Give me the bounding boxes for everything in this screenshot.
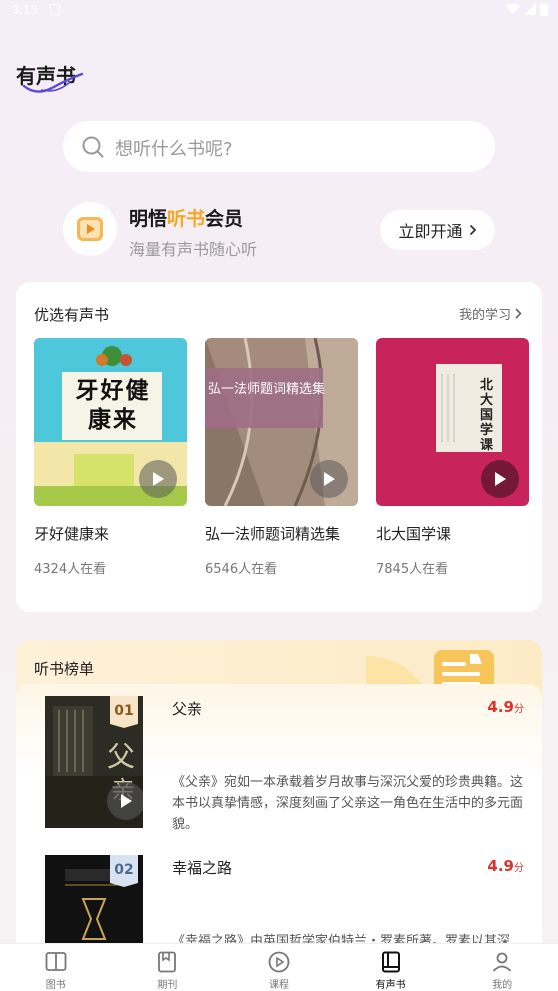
ranking-score: 4.9分 <box>487 857 524 875</box>
open-vip-label: 立即开通 <box>398 222 463 241</box>
book-listeners: 6546人在看 <box>205 562 278 577</box>
tab-journals[interactable]: 期刊 <box>112 944 224 991</box>
wifi-icon <box>506 3 520 14</box>
bottom-tab-bar: 图书 期刊 课程 有声书 我的 <box>0 943 558 991</box>
svg-text:父: 父 <box>107 740 135 773</box>
user-icon <box>493 952 512 972</box>
book-open-icon <box>45 952 67 971</box>
ranking-header: 听书榜单 <box>34 660 95 678</box>
tab-books-label: 图书 <box>45 980 66 991</box>
book-cover[interactable]: 牙好健康来 <box>34 338 187 506</box>
audiobook-ranking-card: 听书榜单 父 亲 01 父亲 4.9分 《父亲》宛如一本承载着岁月故事与深沉父爱… <box>16 640 542 970</box>
vip-banner: 明悟听书会员 海量有声书随心听 立即开通 <box>63 200 495 262</box>
vip-badge <box>63 202 117 256</box>
book-item[interactable]: 北大国学课 北大国学课 7845人在看 <box>376 338 529 577</box>
play-button[interactable] <box>107 782 143 820</box>
book-listeners: 7845人在看 <box>376 562 449 577</box>
book-cover-title: 牙好健康来 <box>75 377 151 433</box>
status-icons <box>506 3 548 16</box>
play-icon <box>324 472 335 486</box>
tab-audiobooks[interactable]: 有声书 <box>335 944 447 991</box>
ranking-score: 4.9分 <box>487 698 524 716</box>
play-icon <box>121 794 132 808</box>
my-learning-link[interactable]: 我的学习 <box>459 304 522 323</box>
chevron-right-icon <box>515 308 522 319</box>
ranking-book-title: 父亲 <box>172 700 203 718</box>
ranking-book-title: 幸福之路 <box>172 859 233 877</box>
play-icon <box>495 472 506 486</box>
book-listeners: 4324人在看 <box>34 562 107 577</box>
rank-number: 02 <box>114 862 134 878</box>
chevron-right-icon <box>469 224 476 236</box>
tab-journals-label: 期刊 <box>157 980 178 991</box>
featured-header: 优选有声书 <box>34 306 110 324</box>
score-unit: 分 <box>514 863 524 874</box>
score-value: 4.9 <box>487 698 514 716</box>
tab-courses-label: 课程 <box>268 980 289 991</box>
status-time: 3:13 <box>12 2 38 17</box>
book-cover-title: 北大国学课 <box>480 378 494 453</box>
vip-title-prefix: 明悟 <box>129 208 168 230</box>
tab-books[interactable]: 图书 <box>0 944 112 991</box>
play-button[interactable] <box>481 460 519 498</box>
tab-mine-label: 我的 <box>492 980 513 991</box>
brand-swoosh-icon <box>22 72 84 93</box>
battery-icon <box>540 3 548 16</box>
search-bar[interactable]: 想听什么书呢? <box>63 121 495 172</box>
rank-number: 01 <box>114 703 134 719</box>
play-circle-icon <box>268 951 290 973</box>
tab-mine[interactable]: 我的 <box>446 944 558 991</box>
tab-audiobooks-label: 有声书 <box>375 980 406 991</box>
sim-icon <box>50 4 60 15</box>
book-title: 牙好健康来 <box>34 525 110 543</box>
book-cover-title: 弘一法师题词精选集 <box>208 382 326 397</box>
journal-icon <box>158 951 177 973</box>
play-icon <box>153 472 164 486</box>
play-button[interactable] <box>139 460 177 498</box>
book-item[interactable]: 牙好健康来 牙好健康来 4324人在看 <box>34 338 187 577</box>
vip-title: 明悟听书会员 <box>129 204 243 231</box>
search-icon <box>82 136 104 158</box>
book-title: 弘一法师题词精选集 <box>205 525 341 543</box>
my-learning-label: 我的学习 <box>458 308 511 323</box>
book-cover[interactable]: 弘一法师题词精选集 <box>205 338 358 506</box>
tab-courses[interactable]: 课程 <box>223 944 335 991</box>
vip-title-highlight: 听书 <box>167 208 206 230</box>
vip-title-suffix: 会员 <box>205 208 244 230</box>
audiobook-icon <box>381 951 400 973</box>
audio-play-icon <box>77 217 103 241</box>
vip-subtitle: 海量有声书随心听 <box>129 240 258 259</box>
ranking-book-description: 《父亲》宛如一本承载着岁月故事与深沉父爱的珍贵典籍。这本书以真挚情感，深度刻画了… <box>172 775 524 832</box>
open-vip-button[interactable]: 立即开通 <box>380 210 495 250</box>
play-button[interactable] <box>310 460 348 498</box>
featured-audiobooks-card: 优选有声书 我的学习 牙好健康来 牙好健康来 4324人在看 弘一法师题词精选集… <box>16 282 542 612</box>
signal-icon <box>524 3 536 15</box>
score-value: 4.9 <box>487 857 514 875</box>
score-unit: 分 <box>514 704 524 715</box>
book-title: 北大国学课 <box>376 525 452 543</box>
book-item[interactable]: 弘一法师题词精选集 弘一法师题词精选集 6546人在看 <box>205 338 358 577</box>
status-bar: 3:13 <box>0 0 558 22</box>
search-placeholder: 想听什么书呢? <box>115 139 233 160</box>
book-cover[interactable]: 北大国学课 <box>376 338 529 506</box>
